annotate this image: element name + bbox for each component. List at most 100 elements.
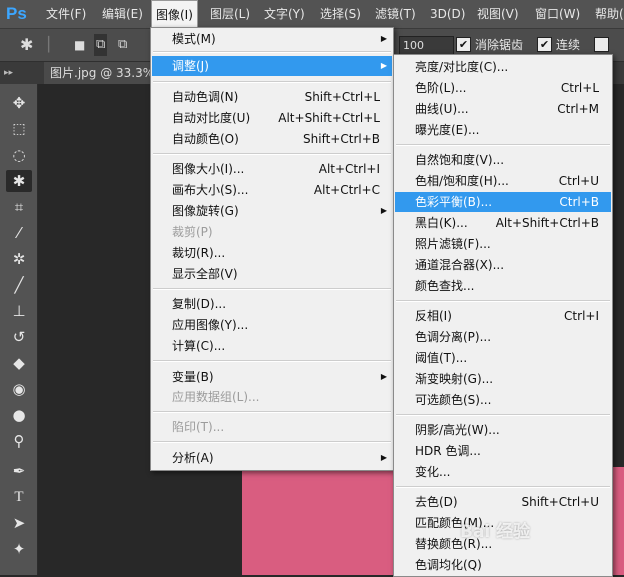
menu-item-invert[interactable]: 反相(I) Ctrl+I bbox=[395, 306, 611, 326]
menu-separator bbox=[396, 486, 610, 488]
document-tab[interactable]: 图片.jpg @ 33.3% bbox=[44, 62, 160, 84]
menu-separator bbox=[153, 411, 391, 413]
menu-separator bbox=[153, 288, 391, 290]
antialias-checkbox[interactable]: ✔ bbox=[456, 37, 471, 52]
dodge-tool-icon[interactable]: ⚲ bbox=[6, 430, 32, 452]
menu-item-black-white[interactable]: 黑白(K)... Alt+Shift+Ctrl+B bbox=[395, 213, 611, 233]
menu-edit[interactable]: 编辑(E) bbox=[98, 0, 147, 28]
submenu-arrow-icon: ▶ bbox=[380, 372, 387, 381]
divider-icon: ▏ bbox=[48, 37, 59, 53]
clone-stamp-icon[interactable]: ⊥ bbox=[6, 300, 32, 322]
menu-item-analysis[interactable]: 分析(A) ▶ bbox=[152, 448, 392, 468]
sample-all-checkbox[interactable]: ✔ bbox=[594, 37, 609, 52]
menu-item-image-rotation[interactable]: 图像旋转(G) ▶ bbox=[152, 201, 392, 221]
lasso-tool-icon[interactable]: ◌ bbox=[6, 144, 32, 166]
menu-window[interactable]: 窗口(W) bbox=[531, 0, 584, 28]
history-brush-icon[interactable]: ↺ bbox=[6, 326, 32, 348]
menu-item-crop: 裁剪(P) bbox=[172, 225, 213, 239]
menu-separator bbox=[396, 300, 610, 302]
menu-item-auto-color[interactable]: 自动颜色(O) Shift+Ctrl+B bbox=[152, 129, 392, 149]
move-tool-icon[interactable]: ✥ bbox=[6, 92, 32, 114]
path-selection-icon[interactable]: ➤ bbox=[6, 512, 32, 534]
menu-item-levels[interactable]: 色阶(L)... Ctrl+L bbox=[395, 78, 611, 98]
menu-type[interactable]: 文字(Y) bbox=[260, 0, 309, 28]
menu-separator bbox=[396, 414, 610, 416]
menu-item-trap: 陷印(T)... bbox=[172, 420, 225, 434]
contiguous-checkbox[interactable]: ✔ bbox=[537, 37, 552, 52]
menu-separator bbox=[153, 153, 391, 155]
menu-item-vibrance[interactable]: 自然饱和度(V)... bbox=[395, 150, 611, 170]
menu-item-canvas-size[interactable]: 画布大小(S)... Alt+Ctrl+C bbox=[152, 180, 392, 200]
paint-bucket-icon[interactable]: ◉ bbox=[6, 378, 32, 400]
menu-item-auto-contrast[interactable]: 自动对比度(U) Alt+Shift+Ctrl+L bbox=[152, 108, 392, 128]
subtract-selection-icon[interactable]: ⧉ bbox=[118, 29, 127, 61]
menu-item-hdr-toning[interactable]: HDR 色调... bbox=[395, 441, 611, 461]
menu-item-trim[interactable]: 裁切(R)... bbox=[152, 243, 392, 263]
menu-item-color-balance[interactable]: 色彩平衡(B)... Ctrl+B bbox=[395, 192, 611, 212]
menu-item-threshold[interactable]: 阈值(T)... bbox=[395, 348, 611, 368]
menu-item-equalize[interactable]: 色调均化(Q) bbox=[395, 555, 611, 575]
eyedropper-tool-icon[interactable]: ⁄ bbox=[6, 222, 32, 244]
menu-item-brightness-contrast[interactable]: 亮度/对比度(C)... bbox=[395, 57, 611, 77]
menu-3d[interactable]: 3D(D) bbox=[426, 0, 469, 28]
menu-item-image-size[interactable]: 图像大小(I)... Alt+Ctrl+I bbox=[152, 159, 392, 179]
submenu-arrow-icon: ▶ bbox=[380, 61, 387, 70]
menu-view[interactable]: 视图(V) bbox=[473, 0, 523, 28]
menu-item-curves[interactable]: 曲线(U)... Ctrl+M bbox=[395, 99, 611, 119]
adjustments-submenu: 亮度/对比度(C)... 色阶(L)... Ctrl+L 曲线(U)... Ctrl… bbox=[393, 54, 613, 577]
menu-item-photo-filter[interactable]: 照片滤镜(F)... bbox=[395, 234, 611, 254]
crop-tool-icon[interactable]: ⌗ bbox=[6, 196, 32, 218]
menu-item-channel-mixer[interactable]: 通道混合器(X)... bbox=[395, 255, 611, 275]
menu-item-selective-color[interactable]: 可选颜色(S)... bbox=[395, 390, 611, 410]
marquee-tool-icon[interactable]: ⬚ bbox=[6, 118, 32, 140]
menu-filter[interactable]: 滤镜(T) bbox=[371, 0, 420, 28]
menu-item-gradient-map[interactable]: 渐变映射(G)... bbox=[395, 369, 611, 389]
menu-item-calculations[interactable]: 计算(C)... bbox=[152, 336, 392, 356]
new-selection-icon[interactable]: ■ bbox=[74, 29, 85, 61]
menu-separator bbox=[153, 81, 391, 83]
menu-item-desaturate[interactable]: 去色(D) Shift+Ctrl+U bbox=[395, 492, 611, 512]
menu-item-color-lookup[interactable]: 颜色查找... bbox=[395, 276, 611, 296]
photoshop-logo: Ps bbox=[6, 4, 27, 23]
menu-item-hue-saturation[interactable]: 色相/饱和度(H)... Ctrl+U bbox=[395, 171, 611, 191]
menu-help[interactable]: 帮助( bbox=[591, 0, 624, 28]
menu-select[interactable]: 选择(S) bbox=[316, 0, 365, 28]
menu-item-variables[interactable]: 变量(B) ▶ bbox=[152, 367, 392, 387]
menu-item-apply-data-set: 应用数据组(L)... bbox=[172, 390, 260, 404]
menu-layer[interactable]: 图层(L) bbox=[206, 0, 254, 28]
menu-separator bbox=[396, 144, 610, 146]
blur-tool-icon[interactable]: ● bbox=[6, 404, 32, 426]
menu-item-apply-image[interactable]: 应用图像(Y)... bbox=[152, 315, 392, 335]
menu-item-shadows-highlights[interactable]: 阴影/高光(W)... bbox=[395, 420, 611, 440]
brush-tool-icon[interactable]: ╱ bbox=[6, 274, 32, 296]
menu-image[interactable]: 图像(I) bbox=[151, 0, 198, 28]
image-menu: 模式(M) ▶ 调整(J) ▶ 自动色调(N) Shift+Ctrl+L 自动对比度(… bbox=[150, 27, 394, 471]
magic-wand-tool-icon[interactable]: ✱ bbox=[6, 170, 32, 192]
tolerance-field[interactable]: 100 bbox=[399, 36, 454, 55]
menu-file[interactable]: 文件(F) bbox=[42, 0, 90, 28]
menu-item-duplicate[interactable]: 复制(D)... bbox=[152, 294, 392, 314]
menu-item-adjustments[interactable]: 调整(J) ▶ bbox=[152, 56, 392, 76]
eraser-tool-icon[interactable]: ◆ bbox=[6, 352, 32, 374]
collapse-chevron-icon[interactable]: ▸▸ bbox=[4, 62, 13, 84]
menu-item-auto-tone[interactable]: 自动色调(N) Shift+Ctrl+L bbox=[152, 87, 392, 107]
magic-wand-icon[interactable]: ✱ bbox=[20, 29, 33, 61]
watermark: Bai 经验 bbox=[460, 522, 531, 542]
menu-separator bbox=[153, 360, 391, 362]
submenu-arrow-icon: ▶ bbox=[380, 34, 387, 43]
submenu-arrow-icon: ▶ bbox=[380, 453, 387, 462]
pen-tool-icon[interactable]: ✒ bbox=[6, 460, 32, 482]
toolbox: ✥ ⬚ ◌ ✱ ⌗ ⁄ ✲ ╱ ⊥ ↺ ◆ ◉ ● ⚲ ✒ T ➤ ✦ bbox=[0, 84, 38, 575]
menu-item-exposure[interactable]: 曝光度(E)... bbox=[395, 120, 611, 140]
type-tool-icon[interactable]: T bbox=[6, 486, 32, 508]
menu-separator bbox=[153, 51, 391, 53]
menu-item-reveal-all[interactable]: 显示全部(V) bbox=[152, 264, 392, 284]
healing-brush-icon[interactable]: ✲ bbox=[6, 248, 32, 270]
menu-item-variations[interactable]: 变化... bbox=[395, 462, 611, 482]
menu-separator bbox=[153, 441, 391, 443]
submenu-arrow-icon: ▶ bbox=[380, 206, 387, 215]
menu-item-posterize[interactable]: 色调分离(P)... bbox=[395, 327, 611, 347]
custom-shape-icon[interactable]: ✦ bbox=[6, 538, 32, 560]
add-selection-icon[interactable]: ⧉ bbox=[94, 34, 108, 56]
menu-item-mode[interactable]: 模式(M) ▶ bbox=[152, 29, 392, 49]
